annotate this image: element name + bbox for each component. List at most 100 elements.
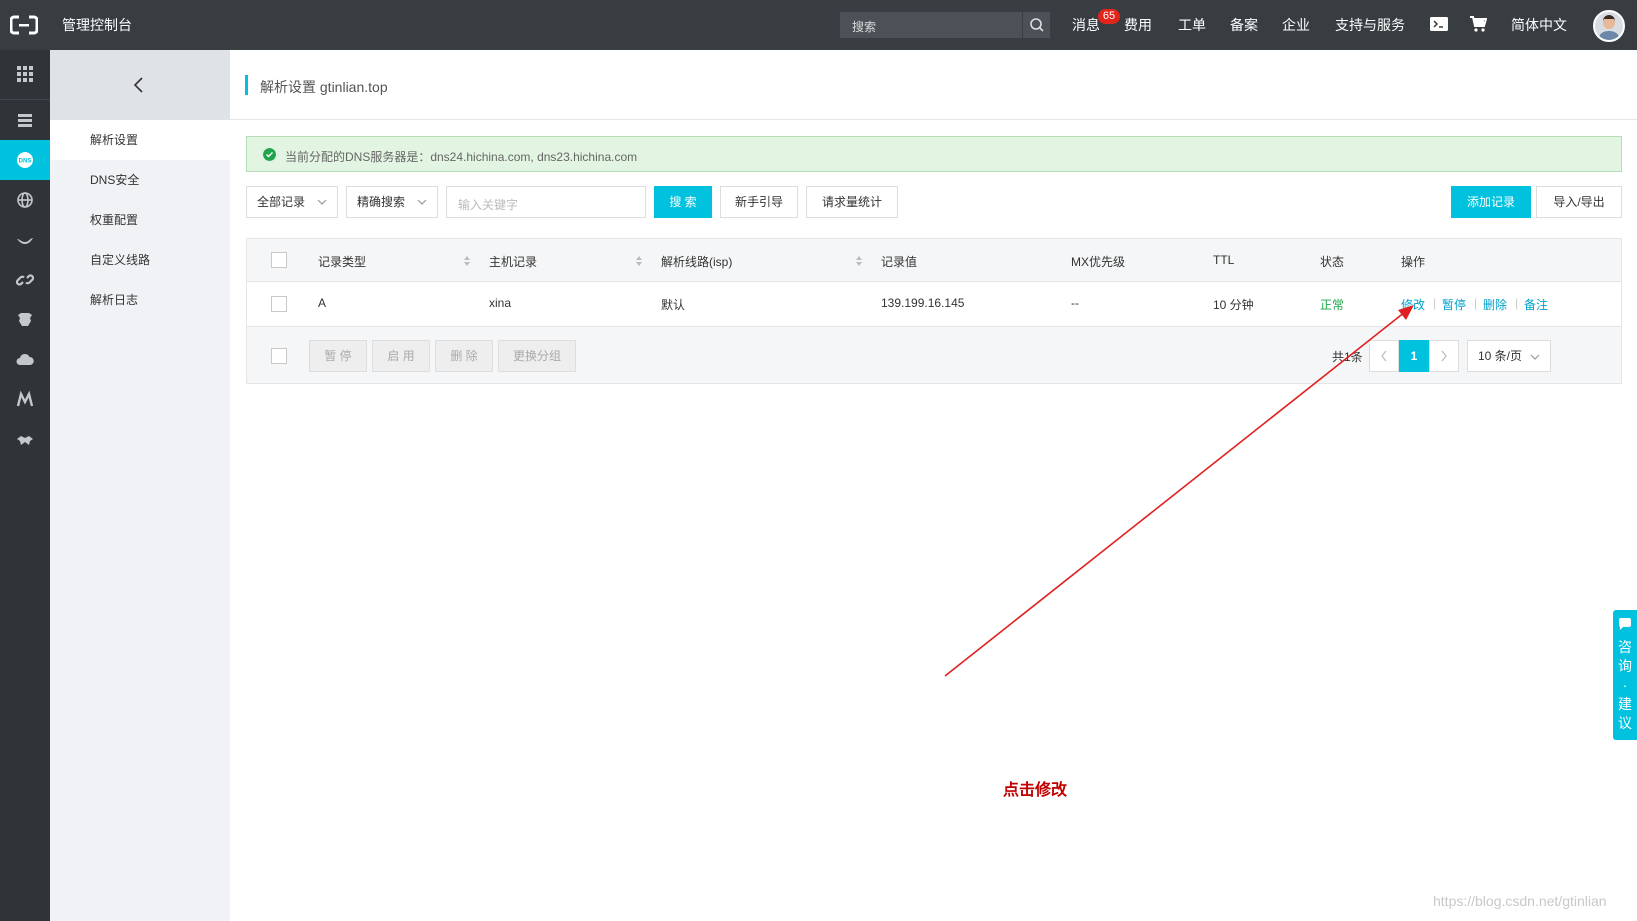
rail-link[interactable] bbox=[0, 260, 50, 300]
bulk-change-group-button[interactable]: 更换分组 bbox=[498, 340, 576, 372]
rail-domain[interactable] bbox=[0, 180, 50, 220]
chevron-down-icon bbox=[317, 199, 327, 205]
rail-products[interactable] bbox=[0, 54, 50, 94]
next-page-button[interactable] bbox=[1429, 340, 1459, 372]
rail-m[interactable] bbox=[0, 380, 50, 420]
page-number-current[interactable]: 1 bbox=[1399, 340, 1429, 372]
sidebar-item-custom-line[interactable]: 自定义线路 bbox=[50, 240, 230, 280]
search-placeholder: 搜索 bbox=[852, 20, 877, 34]
rail-partner[interactable] bbox=[0, 420, 50, 460]
nav-support[interactable]: 支持与服务 bbox=[1335, 15, 1405, 35]
consult-feedback-tab[interactable]: 咨询·建议 bbox=[1613, 610, 1637, 740]
rail-cloud[interactable] bbox=[0, 340, 50, 380]
annotation-text: 点击修改 bbox=[1003, 782, 1068, 799]
search-button[interactable]: 搜 索 bbox=[654, 186, 712, 218]
header-status: 状态 bbox=[1320, 255, 1345, 269]
pause-link[interactable]: 暂停 bbox=[1442, 296, 1466, 313]
user-avatar[interactable] bbox=[1593, 10, 1625, 42]
console-title[interactable]: 管理控制台 bbox=[62, 15, 132, 35]
table-footer: 暂 停 启 用 删 除 更换分组 共1条 1 10 条/页 bbox=[246, 326, 1622, 384]
chat-icon bbox=[1618, 618, 1631, 630]
record-filter-value: 全部记录 bbox=[257, 195, 306, 209]
edit-link[interactable]: 修改 bbox=[1401, 296, 1425, 313]
rail-ecs[interactable] bbox=[0, 100, 50, 140]
rail-cdn[interactable] bbox=[0, 220, 50, 260]
guide-button[interactable]: 新手引导 bbox=[720, 186, 798, 218]
keyword-placeholder: 输入关键字 bbox=[458, 198, 519, 212]
bulk-enable-button[interactable]: 启 用 bbox=[372, 340, 430, 372]
header-ttl: TTL bbox=[1213, 253, 1235, 267]
alert-text: 当前分配的DNS服务器是：dns24.hichina.com, dns23.hi… bbox=[285, 150, 638, 164]
rail-security[interactable] bbox=[0, 300, 50, 340]
row-checkbox[interactable] bbox=[271, 296, 287, 312]
record-filter-select[interactable]: 全部记录 bbox=[246, 186, 338, 218]
consult-text: 咨询·建议 bbox=[1618, 639, 1632, 731]
chevron-down-icon bbox=[417, 199, 427, 205]
footer-select-all-checkbox[interactable] bbox=[271, 348, 287, 364]
sidebar-item-weight-config[interactable]: 权重配置 bbox=[50, 200, 230, 240]
sort-icon[interactable] bbox=[635, 255, 643, 267]
cell-mx: -- bbox=[1071, 296, 1079, 310]
remark-link[interactable]: 备注 bbox=[1524, 296, 1548, 313]
watermark: https://blog.csdn.net/gtinlian bbox=[1433, 893, 1607, 909]
ops-separator: | bbox=[1515, 296, 1519, 310]
bulk-delete-button[interactable]: 删 除 bbox=[435, 340, 493, 372]
search-mode-value: 精确搜索 bbox=[357, 195, 406, 209]
table-row: A xina 默认 139.199.16.145 -- 10 分钟 正常 修改 … bbox=[246, 282, 1622, 326]
terminal-icon[interactable] bbox=[1430, 17, 1448, 31]
header-line[interactable]: 解析线路(isp) bbox=[661, 253, 732, 270]
bird-icon bbox=[17, 238, 33, 244]
sidebar-item-resolve-log[interactable]: 解析日志 bbox=[50, 280, 230, 320]
title-accent-bar bbox=[245, 75, 248, 95]
ops-separator: | bbox=[1474, 296, 1478, 310]
chevron-down-icon bbox=[1530, 354, 1540, 360]
sort-icon[interactable] bbox=[855, 255, 863, 267]
global-search[interactable]: 搜索 bbox=[840, 12, 1050, 38]
cloud-icon bbox=[16, 353, 34, 365]
ops-separator: | bbox=[1433, 296, 1437, 310]
header-type[interactable]: 记录类型 bbox=[318, 253, 366, 270]
cart-icon[interactable] bbox=[1469, 15, 1487, 33]
add-record-button[interactable]: 添加记录 bbox=[1451, 186, 1531, 218]
keyword-input[interactable]: 输入关键字 bbox=[446, 186, 646, 218]
cell-type: A bbox=[318, 296, 327, 310]
sidebar-item-dns-security[interactable]: DNS安全 bbox=[50, 160, 230, 200]
cell-ttl: 10 分钟 bbox=[1213, 298, 1254, 312]
shield-icon bbox=[18, 313, 32, 326]
svg-text:DNS: DNS bbox=[19, 159, 32, 165]
page-header: 解析设置 gtinlian.top bbox=[230, 50, 1637, 120]
bulk-pause-button[interactable]: 暂 停 bbox=[309, 340, 367, 372]
rail-dns[interactable]: DNS bbox=[0, 140, 50, 180]
header-host[interactable]: 主机记录 bbox=[489, 253, 537, 270]
import-export-button[interactable]: 导入/导出 bbox=[1536, 186, 1622, 218]
cell-status: 正常 bbox=[1320, 298, 1345, 312]
nav-icp-filing[interactable]: 备案 bbox=[1230, 15, 1258, 35]
header-value: 记录值 bbox=[881, 255, 918, 269]
aliyun-logo-icon[interactable] bbox=[10, 14, 38, 36]
sidebar-collapse-button[interactable] bbox=[50, 50, 230, 120]
records-table-header: 记录类型 主机记录 解析线路(isp) 记录值 MX优先级 TTL 状态 操作 bbox=[246, 238, 1622, 282]
sort-icon[interactable] bbox=[463, 255, 471, 267]
select-all-checkbox[interactable] bbox=[271, 252, 287, 268]
nav-messages[interactable]: 消息 bbox=[1072, 15, 1100, 35]
prev-page-button[interactable] bbox=[1369, 340, 1399, 372]
header-mx: MX优先级 bbox=[1071, 255, 1126, 269]
sidebar-item-resolve-settings[interactable]: 解析设置 bbox=[50, 120, 230, 160]
request-stats-button[interactable]: 请求量统计 bbox=[806, 186, 898, 218]
main-content: 解析设置 gtinlian.top 当前分配的DNS服务器是：dns24.hic… bbox=[230, 50, 1637, 921]
cell-line: 默认 bbox=[661, 298, 686, 312]
chevron-right-icon bbox=[1441, 350, 1447, 362]
page-size-value: 10 条/页 bbox=[1478, 349, 1523, 363]
nav-tickets[interactable]: 工单 bbox=[1178, 15, 1206, 35]
nav-enterprise[interactable]: 企业 bbox=[1282, 15, 1310, 35]
delete-link[interactable]: 删除 bbox=[1483, 296, 1507, 313]
nav-billing[interactable]: 费用 bbox=[1124, 15, 1152, 35]
total-count: 共1条 bbox=[1332, 350, 1363, 364]
page-title: 解析设置 gtinlian.top bbox=[260, 79, 388, 95]
dns-icon: DNS bbox=[17, 152, 33, 168]
search-button[interactable] bbox=[1022, 12, 1050, 38]
nav-language[interactable]: 简体中文 bbox=[1511, 15, 1567, 35]
search-mode-select[interactable]: 精确搜索 bbox=[346, 186, 438, 218]
header-ops: 操作 bbox=[1401, 255, 1426, 269]
page-size-select[interactable]: 10 条/页 bbox=[1467, 340, 1551, 372]
